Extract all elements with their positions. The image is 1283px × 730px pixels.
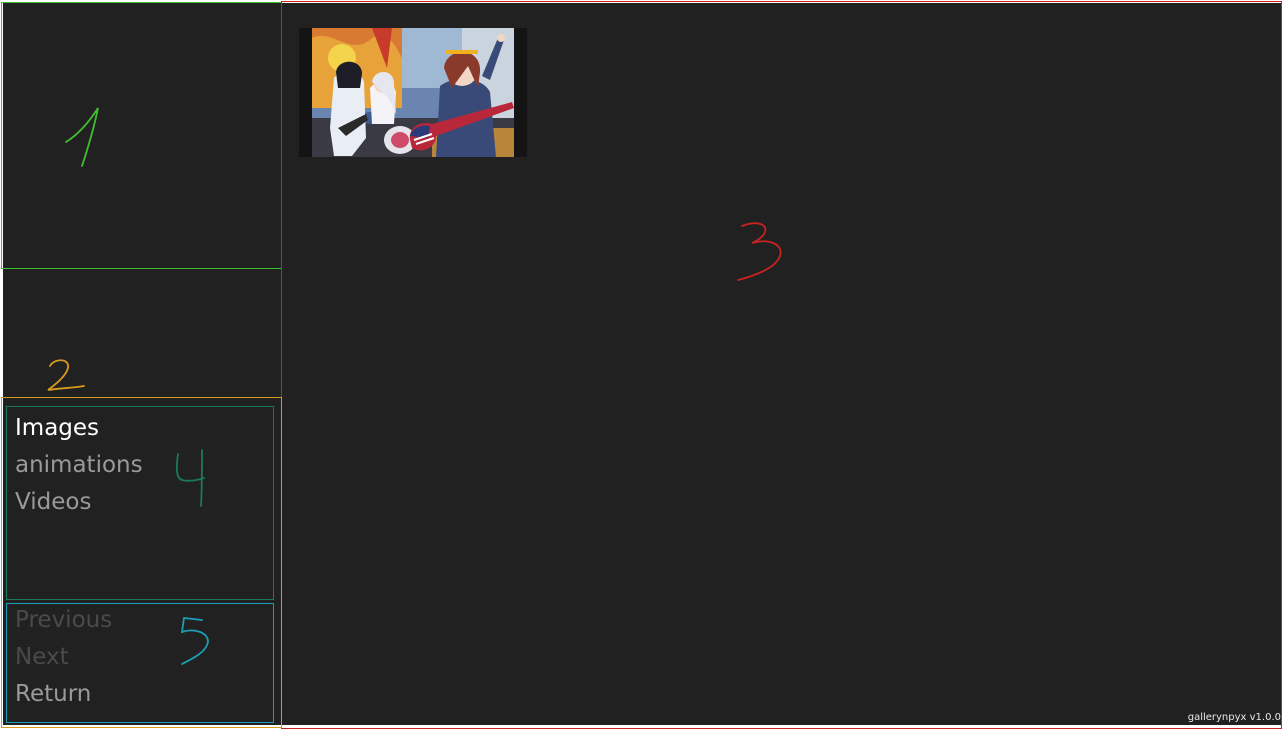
nav-item-videos[interactable]: Videos	[15, 488, 91, 516]
region-1-preview-panel	[1, 2, 282, 269]
anime-band-thumbnail-icon	[299, 28, 527, 157]
previous-button[interactable]: Previous	[15, 606, 112, 634]
annotation-number-3	[734, 218, 794, 288]
return-button[interactable]: Return	[15, 680, 91, 708]
annotation-number-1	[60, 104, 120, 184]
annotation-number-5	[178, 614, 238, 668]
nav-item-images[interactable]: Images	[15, 414, 99, 442]
version-label: gallerynpyx v1.0.0	[1187, 712, 1281, 723]
annotation-number-4	[172, 448, 232, 508]
nav-item-animations[interactable]: animations	[15, 451, 143, 479]
next-button[interactable]: Next	[15, 643, 69, 671]
annotation-number-2	[44, 356, 104, 396]
gallery-thumbnail[interactable]	[299, 28, 527, 157]
